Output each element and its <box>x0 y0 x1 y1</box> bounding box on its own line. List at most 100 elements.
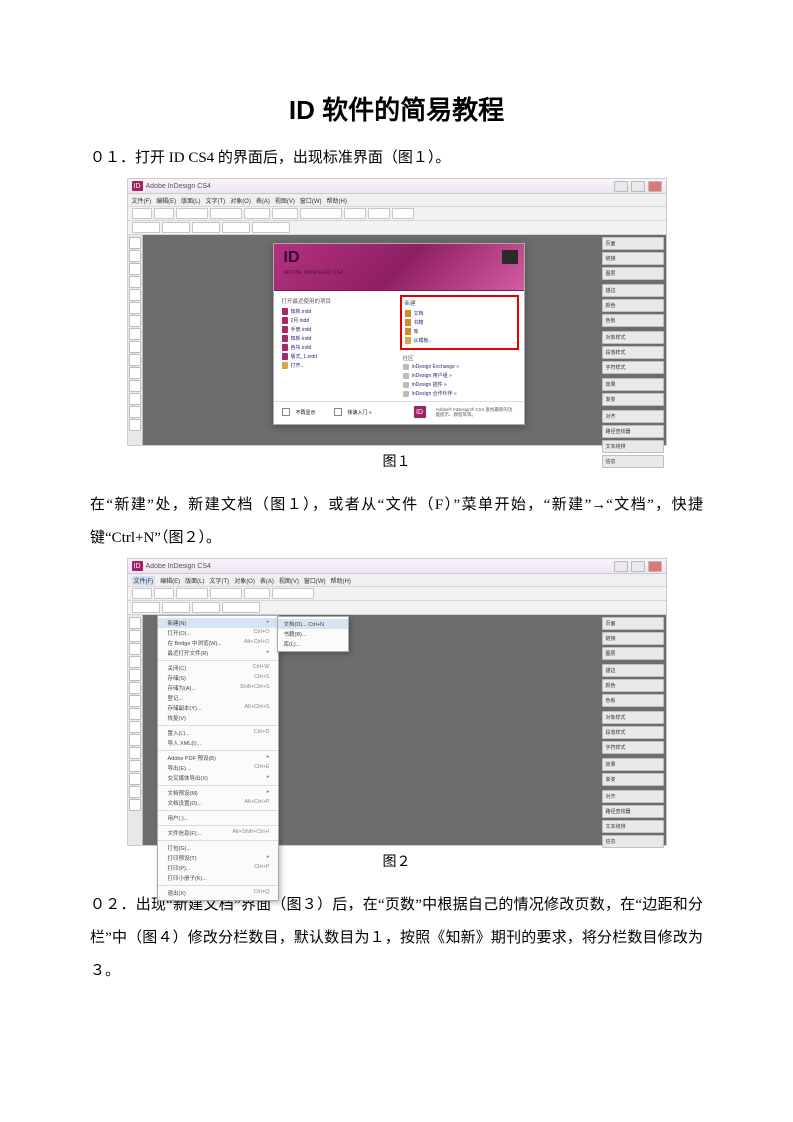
tool-icon[interactable] <box>129 380 141 392</box>
tool-icon[interactable] <box>129 695 141 707</box>
tool-icon[interactable] <box>129 393 141 405</box>
file-menu-item[interactable]: 恢复(V) <box>158 713 278 723</box>
file-menu-item[interactable]: 打包(G)... <box>158 843 278 853</box>
panel[interactable]: 图层 <box>602 267 664 280</box>
tool-icon[interactable] <box>129 276 141 288</box>
tool-icon[interactable] <box>129 354 141 366</box>
recent-item[interactable]: 知新.indd <box>282 308 395 315</box>
panel[interactable]: 色板 <box>602 694 664 707</box>
file-menu-item[interactable]: 关闭(C)Ctrl+W <box>158 663 278 673</box>
file-menu-item[interactable]: 置入(L)...Ctrl+D <box>158 728 278 738</box>
file-menu-item[interactable]: 打印小册子(K)... <box>158 873 278 883</box>
tool-icon[interactable] <box>129 656 141 668</box>
tool-icon[interactable] <box>129 367 141 379</box>
panel[interactable]: 效果 <box>602 758 664 771</box>
tool-icon[interactable] <box>129 721 141 733</box>
menu-type[interactable]: 文字(T) <box>210 576 230 585</box>
submenu-item[interactable]: 书籍(B)... <box>278 629 348 639</box>
community-link[interactable]: InDesign Exchange » <box>403 364 516 370</box>
window-max-button[interactable] <box>631 561 645 572</box>
recent-item[interactable]: 知新.indd <box>282 335 395 342</box>
panel[interactable]: 路径查找器 <box>602 805 664 818</box>
file-menu-item[interactable]: 打开(O)...Ctrl+O <box>158 628 278 638</box>
menu-object[interactable]: 对象(O) <box>230 196 251 205</box>
tool-icon[interactable] <box>129 617 141 629</box>
file-menu-item[interactable]: 文件信息(F)...Alt+Shift+Ctrl+I <box>158 828 278 838</box>
menu-view[interactable]: 视图(V) <box>279 576 299 585</box>
file-menu-item[interactable]: 存储为(A)...Shift+Ctrl+S <box>158 683 278 693</box>
tool-icon[interactable] <box>129 760 141 772</box>
file-menu-item[interactable]: Adobe PDF 预设(B)▸ <box>158 753 278 763</box>
tool-icon[interactable] <box>129 708 141 720</box>
file-menu-item[interactable]: 文档预设(M)▸ <box>158 788 278 798</box>
panel[interactable]: 图层 <box>602 647 664 660</box>
menu-file[interactable]: 文件(F) <box>132 196 152 205</box>
panel[interactable]: 对齐 <box>602 790 664 803</box>
file-menu-item[interactable]: 登记... <box>158 693 278 703</box>
panel[interactable]: 文本绕排 <box>602 820 664 833</box>
window-min-button[interactable] <box>614 561 628 572</box>
file-menu-item[interactable]: 新建(N)▸ <box>158 618 278 628</box>
file-menu-item[interactable]: 存储(S)Ctrl+S <box>158 673 278 683</box>
menu-type[interactable]: 文字(T) <box>206 196 226 205</box>
tool-icon[interactable] <box>129 289 141 301</box>
menu-object[interactable]: 对象(O) <box>234 576 255 585</box>
menu-help[interactable]: 帮助(H) <box>331 576 351 585</box>
panel[interactable]: 描边 <box>602 664 664 677</box>
tool-icon[interactable] <box>129 237 141 249</box>
recent-item[interactable]: 色块.indd <box>282 344 395 351</box>
panel[interactable]: 对齐 <box>602 410 664 423</box>
panel[interactable]: 路径查找器 <box>602 425 664 438</box>
tool-icon[interactable] <box>129 419 141 431</box>
file-menu-item[interactable]: 打印(P)...Ctrl+P <box>158 863 278 873</box>
file-menu-item[interactable]: 文档设置(D)...Alt+Ctrl+P <box>158 798 278 808</box>
panel[interactable]: 链接 <box>602 632 664 645</box>
panel[interactable]: 对象样式 <box>602 711 664 724</box>
panel[interactable]: 色板 <box>602 314 664 327</box>
new-template[interactable]: 从模板... <box>405 337 514 344</box>
submenu-item[interactable]: 库(L)... <box>278 639 348 649</box>
tool-icon[interactable] <box>129 315 141 327</box>
community-link[interactable]: InDesign 插件 » <box>403 381 516 388</box>
new-book[interactable]: 书籍 <box>405 319 514 326</box>
panel[interactable]: 字符样式 <box>602 361 664 374</box>
panel[interactable]: 对象样式 <box>602 331 664 344</box>
file-menu-item[interactable]: 用户(.)... <box>158 813 278 823</box>
menu-help[interactable]: 帮助(H) <box>327 196 347 205</box>
panel[interactable]: 信息 <box>602 835 664 848</box>
community-link[interactable]: InDesign 用户组 » <box>403 372 516 379</box>
file-menu-item[interactable]: 打印预设(T)▸ <box>158 853 278 863</box>
menu-window[interactable]: 窗口(W) <box>300 196 322 205</box>
community-link[interactable]: InDesign 合作伙伴 » <box>403 390 516 397</box>
recent-open[interactable]: 打开... <box>282 362 395 369</box>
menu-view[interactable]: 视图(V) <box>275 196 295 205</box>
file-menu-item[interactable]: 在 Bridge 中浏览(W)...Alt+Ctrl+O <box>158 638 278 648</box>
panel[interactable]: 效果 <box>602 378 664 391</box>
tool-icon[interactable] <box>129 302 141 314</box>
menu-layout[interactable]: 版面(L) <box>185 576 204 585</box>
tool-icon[interactable] <box>129 734 141 746</box>
panel[interactable]: 颜色 <box>602 299 664 312</box>
recent-item[interactable]: 2月.indd <box>282 317 395 324</box>
panel[interactable]: 描边 <box>602 284 664 297</box>
tool-icon[interactable] <box>129 747 141 759</box>
file-menu-item[interactable]: 最近打开文件(R)▸ <box>158 648 278 658</box>
menu-file[interactable]: 文件(F) <box>132 576 156 585</box>
recent-item[interactable]: 手册.indd <box>282 326 395 333</box>
panel[interactable]: 段落样式 <box>602 346 664 359</box>
file-menu-item[interactable]: 存储副本(Y)...Alt+Ctrl+S <box>158 703 278 713</box>
tool-icon[interactable] <box>129 643 141 655</box>
menu-window[interactable]: 窗口(W) <box>304 576 326 585</box>
recent-item[interactable]: 版式_1.indd <box>282 353 395 360</box>
window-close-button[interactable] <box>648 181 662 192</box>
tool-icon[interactable] <box>129 682 141 694</box>
tool-icon[interactable] <box>129 263 141 275</box>
file-menu-item[interactable]: 退出(X)Ctrl+Q <box>158 888 278 898</box>
panel[interactable]: 字符样式 <box>602 741 664 754</box>
panel[interactable]: 渐变 <box>602 393 664 406</box>
panel[interactable]: 颜色 <box>602 679 664 692</box>
quickstart-checkbox[interactable] <box>334 408 342 416</box>
file-menu-item[interactable]: 交叉媒体导出(X)▸ <box>158 773 278 783</box>
menu-table[interactable]: 表(A) <box>256 196 270 205</box>
tool-icon[interactable] <box>129 786 141 798</box>
